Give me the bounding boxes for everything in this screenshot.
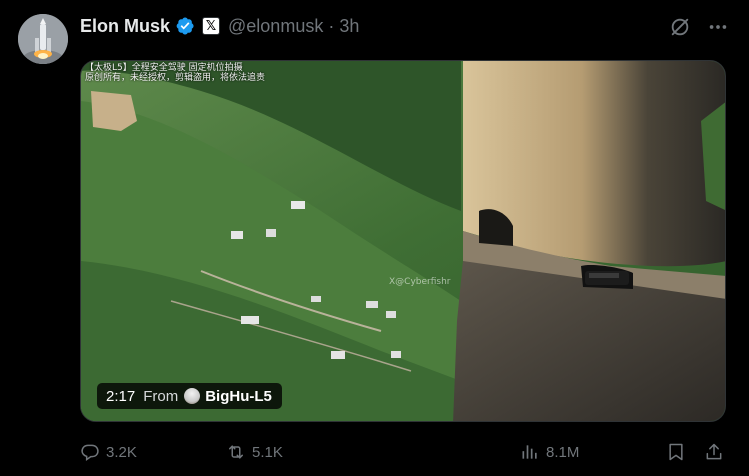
repost-count: 5.1K [252, 443, 283, 461]
share-icon [706, 443, 722, 460]
author-display-name[interactable]: Elon Musk [80, 16, 170, 37]
post-action-bar: 3.2K 5.1K 8.1M [80, 437, 726, 467]
video-watermark: X@Cyberfishr [389, 277, 451, 287]
caption-line-2: 原创所有，未经授权，剪辑盗用，将依法追责 [85, 73, 266, 83]
reply-icon [81, 444, 99, 461]
video-duration: 2:17 [106, 387, 136, 405]
bookmark-icon [669, 443, 683, 461]
more-icon [709, 25, 727, 29]
video-source-overlay[interactable]: 2:17 From BigHu-L5 [97, 383, 282, 409]
source-avatar[interactable] [184, 388, 201, 404]
post[interactable]: Elon Musk 𝕏 @elonmusk · 3h 【太极L5】全程安全驾驶 … [0, 0, 749, 476]
views-button[interactable]: 8.1M [520, 437, 579, 467]
bookmark-button[interactable] [666, 437, 686, 467]
reply-count: 3.2K [106, 443, 137, 461]
from-label: From [143, 387, 179, 405]
verified-badge-icon[interactable] [175, 16, 195, 36]
repost-icon [229, 445, 243, 459]
reply-button[interactable]: 3.2K [80, 437, 137, 467]
author-handle[interactable]: @elonmusk [228, 16, 323, 37]
views-count: 8.1M [546, 443, 580, 461]
repost-button[interactable]: 5.1K [226, 437, 283, 467]
x-logo-icon[interactable]: 𝕏 [202, 17, 221, 35]
more-button[interactable] [705, 14, 731, 40]
grok-icon [671, 18, 689, 36]
video-caption: 【太极L5】全程安全驾驶 固定机位拍摄 原创所有，未经授权，剪辑盗用，将依法追责 [85, 63, 265, 83]
source-name[interactable]: BigHu-L5 [205, 388, 272, 405]
separator-dot: · [328, 15, 335, 36]
share-button[interactable] [704, 437, 724, 467]
author-avatar[interactable] [18, 14, 68, 64]
views-icon [522, 445, 537, 459]
rocket-launch-avatar-icon [18, 14, 68, 64]
post-header: Elon Musk 𝕏 @elonmusk · 3h [80, 14, 359, 38]
caption-line-1: 【太极L5】全程安全驾驶 固定机位拍摄 [85, 63, 243, 73]
post-top-actions [667, 14, 731, 40]
video-frame-image [81, 61, 725, 421]
post-timestamp[interactable]: 3h [339, 16, 359, 37]
post-video[interactable]: 【太极L5】全程安全驾驶 固定机位拍摄 原创所有，未经授权，剪辑盗用，将依法追责… [80, 60, 726, 422]
grok-button[interactable] [667, 14, 693, 40]
